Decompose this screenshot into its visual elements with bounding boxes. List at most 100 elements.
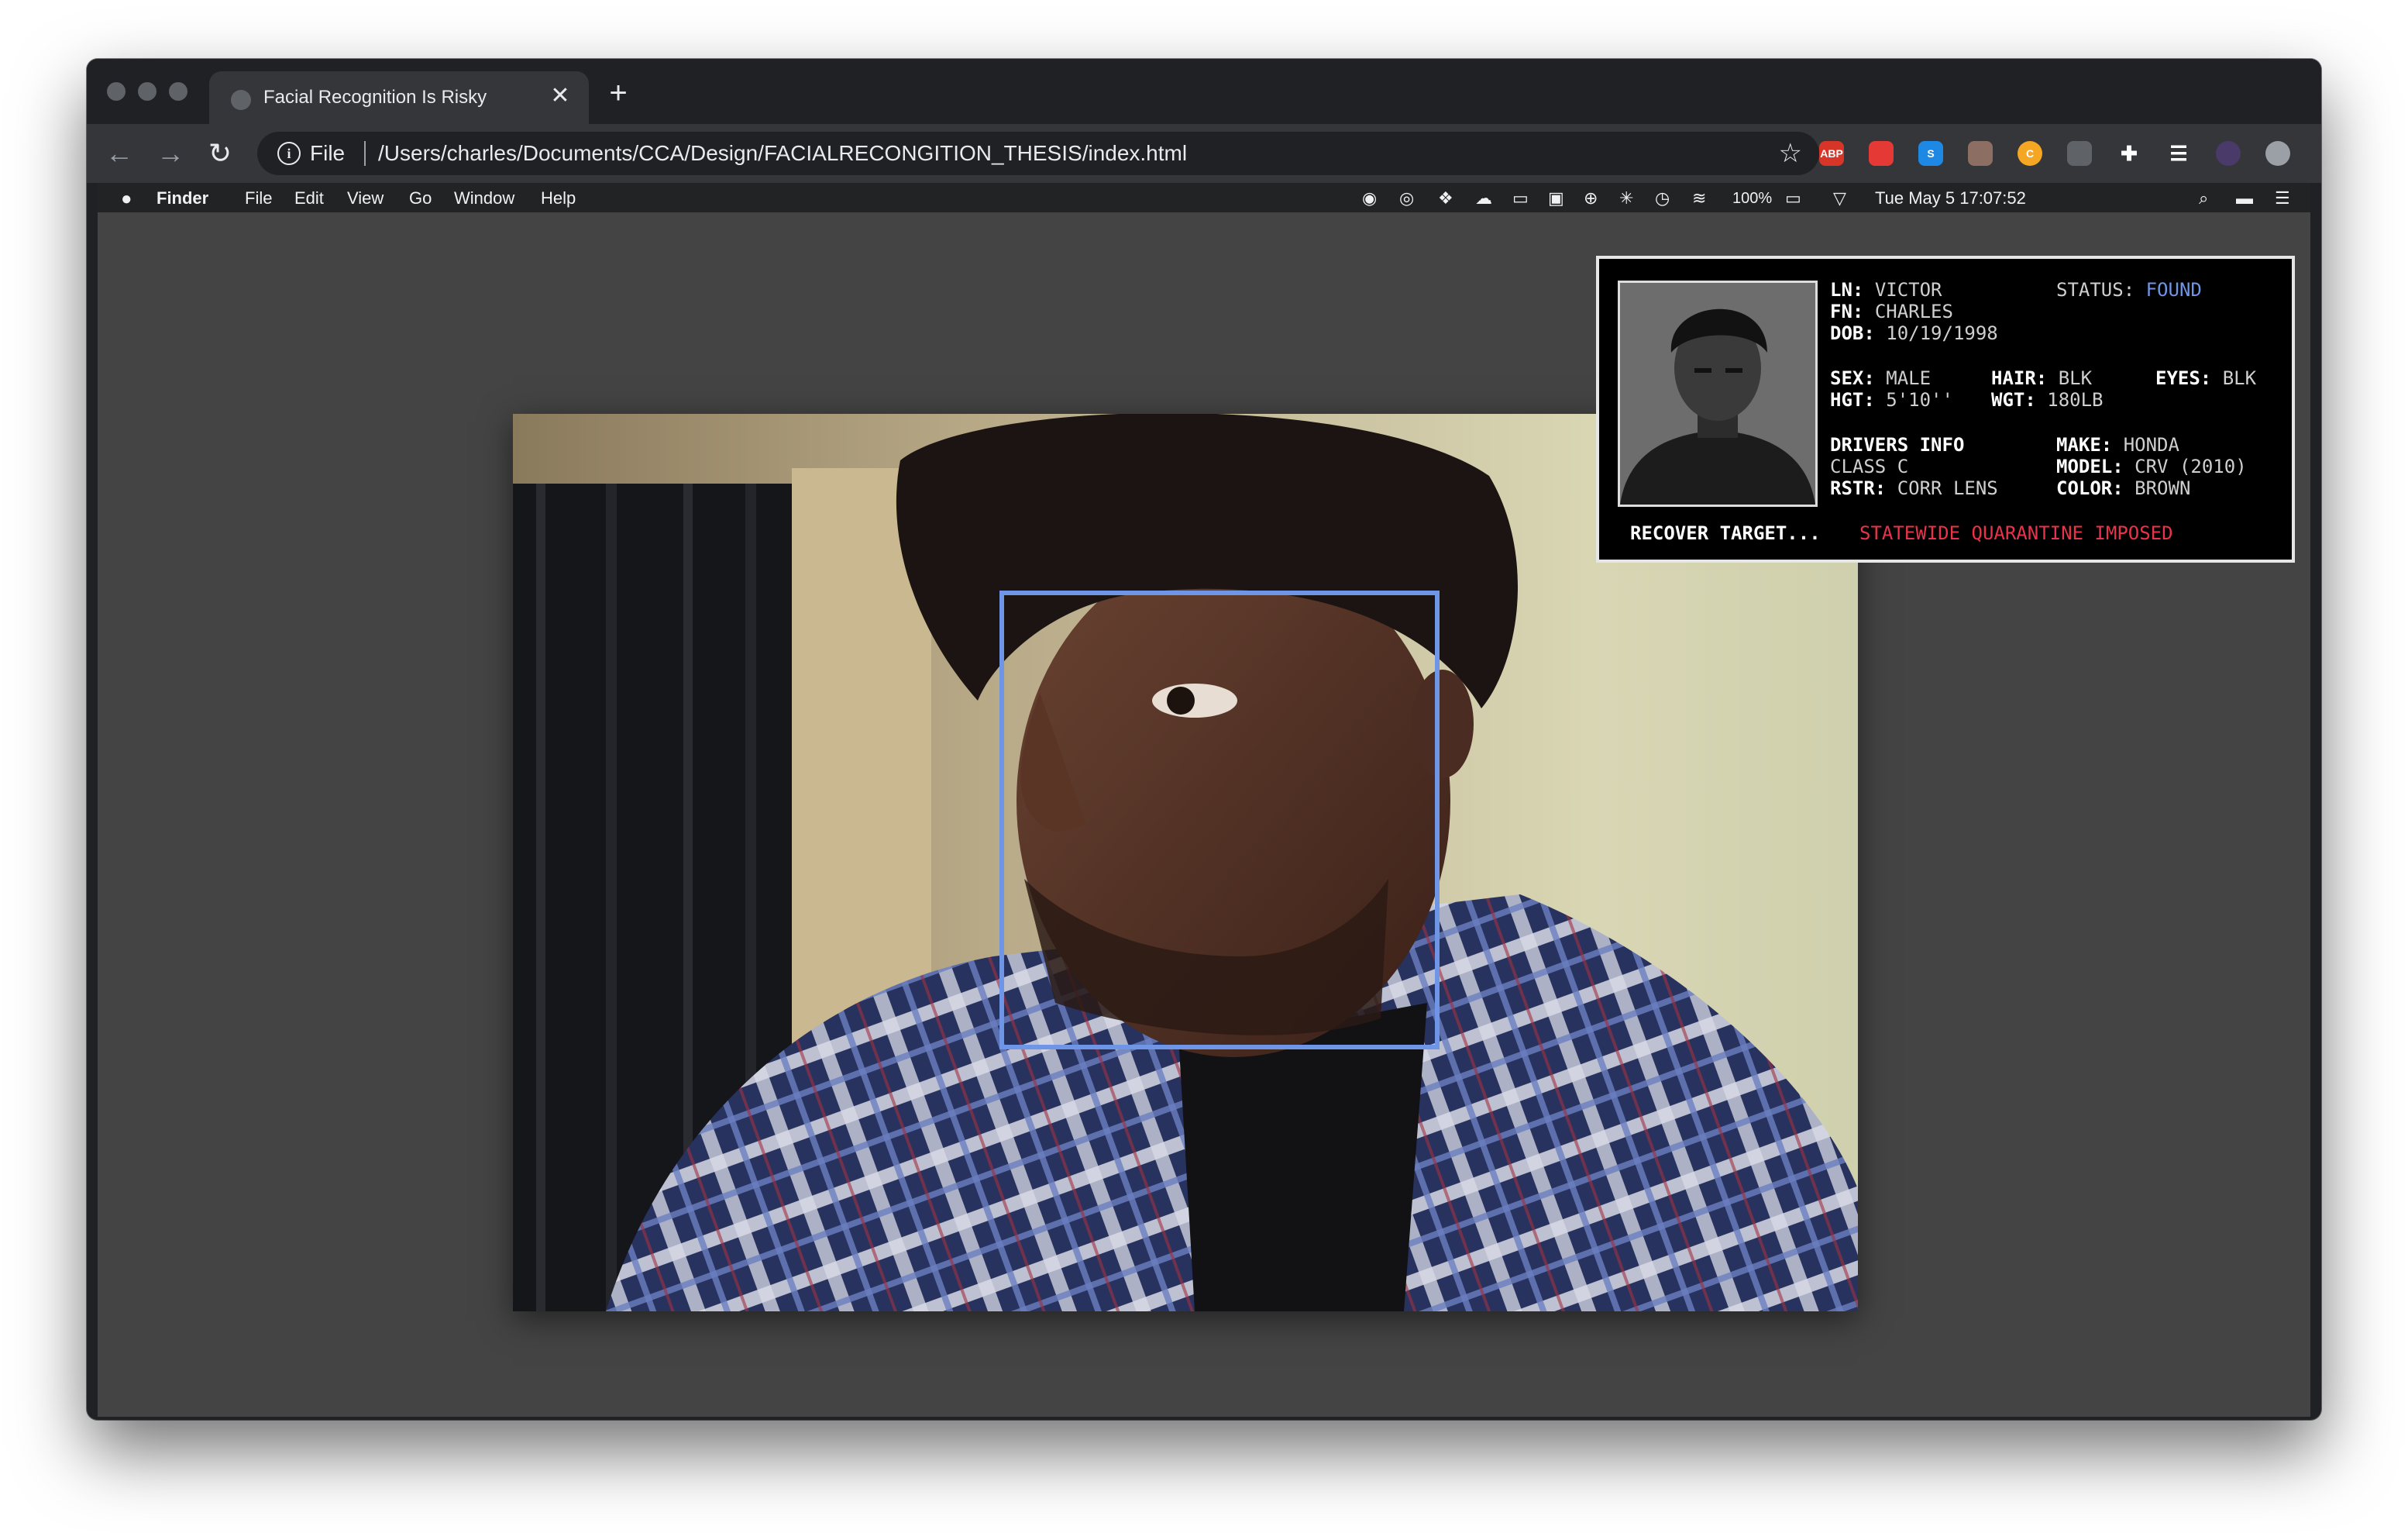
- address-bar[interactable]: i File /Users/charles/Documents/CCA/Desi…: [257, 132, 1819, 175]
- bluetooth-icon[interactable]: ✳: [1619, 188, 1633, 208]
- minimize-window-button[interactable]: [138, 82, 157, 101]
- dob-label: DOB:: [1830, 322, 1875, 344]
- coin-extension-icon[interactable]: C: [2018, 141, 2042, 166]
- menu-go[interactable]: Go: [409, 188, 432, 208]
- ublock-icon[interactable]: [1869, 141, 1894, 166]
- puzzle-extensions-icon[interactable]: ✚: [2117, 141, 2141, 166]
- dob-row: DOB: 10/19/1998: [1830, 322, 1998, 344]
- make-label: MAKE:: [2056, 434, 2113, 456]
- make-row: MAKE: HONDA: [2056, 434, 2179, 456]
- spiral-icon[interactable]: ◎: [1399, 188, 1414, 208]
- menu-help[interactable]: Help: [541, 188, 576, 208]
- close-window-button[interactable]: [107, 82, 126, 101]
- media-playlist-icon[interactable]: ☰: [2166, 141, 2191, 166]
- color-label: COLOR:: [2056, 477, 2124, 499]
- sex-label: SEX:: [1830, 367, 1875, 389]
- fn-row: FN: CHARLES: [1830, 301, 1953, 322]
- url-divider: [364, 141, 366, 166]
- dob-value: 10/19/1998: [1886, 322, 1998, 344]
- wgt-row: WGT: 180LB: [1991, 389, 2104, 411]
- class-label: CLASS: [1830, 456, 1887, 477]
- back-button[interactable]: ←: [102, 138, 136, 169]
- new-tab-button[interactable]: +: [601, 78, 635, 109]
- drivers-info-heading: DRIVERS INFO: [1830, 434, 1965, 456]
- mac-menu-bar: ● Finder File Edit View Go Window Help ◉…: [98, 183, 2310, 212]
- time-machine-icon[interactable]: ◷: [1655, 188, 1670, 208]
- tab-facial-recognition[interactable]: Facial Recognition Is Risky ✕: [209, 71, 589, 124]
- dropbox-icon[interactable]: ❖: [1438, 188, 1453, 208]
- status-value: FOUND: [2145, 279, 2202, 301]
- battery-percent: 100%: [1732, 190, 1773, 207]
- clock-datetime[interactable]: Tue May 5 17:07:52: [1875, 188, 2026, 208]
- hgt-row: HGT: 5'10'': [1830, 389, 1953, 411]
- make-value: HONDA: [2123, 434, 2179, 456]
- hair-value: BLK: [2058, 367, 2093, 389]
- model-label: MODEL:: [2056, 456, 2124, 477]
- model-row: MODEL: CRV (2010): [2056, 456, 2247, 477]
- tab-title: Facial Recognition Is Risky: [263, 87, 487, 108]
- accessibility-icon[interactable]: ⊕: [1584, 188, 1598, 208]
- profile-portrait-image: [1620, 283, 1815, 505]
- profile-photo: [1618, 281, 1818, 507]
- globe-icon: [231, 90, 251, 110]
- status-label: STATUS:: [2056, 279, 2135, 301]
- tab-strip: Facial Recognition Is Risky ✕ +: [87, 59, 2321, 124]
- forward-button[interactable]: →: [153, 138, 187, 169]
- sex-value: MALE: [1886, 367, 1932, 389]
- menu-window[interactable]: Window: [454, 188, 514, 208]
- menu-view[interactable]: View: [347, 188, 384, 208]
- face-detection-box: [999, 591, 1440, 1049]
- ln-value: VICTOR: [1874, 279, 1942, 301]
- rstr-value: CORR LENS: [1897, 477, 1998, 499]
- adblock-plus-icon[interactable]: ABP: [1819, 141, 1844, 166]
- sex-row: SEX: MALE: [1830, 367, 1931, 389]
- battery-icon[interactable]: ▭: [1785, 188, 1801, 208]
- flag-input-icon[interactable]: ▬: [2236, 188, 2253, 208]
- display-icon[interactable]: ▭: [1512, 188, 1529, 208]
- class-value: C: [1897, 456, 1909, 477]
- rstr-label: RSTR:: [1830, 477, 1887, 499]
- profile-card: LN: VICTOR STATUS: FOUND FN: CHARLES DOB…: [1596, 256, 2295, 563]
- url-text[interactable]: /Users/charles/Documents/CCA/Design/FACI…: [378, 141, 1187, 166]
- hgt-value: 5'10'': [1886, 389, 1953, 411]
- zoom-window-button[interactable]: [169, 82, 187, 101]
- info-icon[interactable]: i: [277, 142, 301, 165]
- reload-button[interactable]: ↻: [203, 138, 237, 169]
- cloud-icon[interactable]: ☁: [1475, 188, 1492, 208]
- status-row: STATUS: FOUND: [2056, 279, 2202, 301]
- menu-app-name[interactable]: Finder: [157, 188, 208, 208]
- record-icon[interactable]: ◉: [1362, 188, 1377, 208]
- fn-label: FN:: [1830, 301, 1864, 322]
- fn-value: CHARLES: [1874, 301, 1953, 322]
- apple-icon[interactable]: ●: [121, 188, 132, 210]
- s-extension-icon[interactable]: S: [1918, 141, 1943, 166]
- wgt-label: WGT:: [1991, 389, 2036, 411]
- hair-label: HAIR:: [1991, 367, 2048, 389]
- hair-row: HAIR: BLK: [1991, 367, 2092, 389]
- menu-edit[interactable]: Edit: [294, 188, 324, 208]
- ln-row: LN: VICTOR: [1830, 279, 1942, 301]
- eyes-label: EYES:: [2155, 367, 2212, 389]
- sunglasses-extension-icon[interactable]: [1968, 141, 1993, 166]
- wgt-value: 180LB: [2047, 389, 2104, 411]
- airplay-icon[interactable]: ▽: [1833, 188, 1846, 208]
- update-icon[interactable]: [2265, 141, 2290, 166]
- wifi-icon[interactable]: ≋: [1692, 188, 1706, 208]
- quarantine-alert: STATEWIDE QUARANTINE IMPOSED: [1859, 522, 2173, 544]
- class-row: CLASS C: [1830, 456, 1908, 477]
- eyes-row: EYES: BLK: [2155, 367, 2256, 389]
- page-content: LN: VICTOR STATUS: FOUND FN: CHARLES DOB…: [98, 212, 2310, 1417]
- menu-file[interactable]: File: [245, 188, 272, 208]
- rstr-row: RSTR: CORR LENS: [1830, 477, 1998, 499]
- hand-extension-icon[interactable]: [2067, 141, 2092, 166]
- bezel-icon[interactable]: ▣: [1548, 188, 1564, 208]
- bookmark-star-icon[interactable]: ☆: [1779, 138, 1802, 169]
- profile-avatar-icon[interactable]: [2216, 141, 2241, 166]
- hgt-label: HGT:: [1830, 389, 1875, 411]
- color-value: BROWN: [2135, 477, 2191, 499]
- close-tab-icon[interactable]: ✕: [547, 82, 573, 109]
- url-scheme: File: [310, 141, 346, 165]
- spotlight-search-icon[interactable]: ⌕: [2199, 188, 2208, 208]
- ln-label: LN:: [1830, 279, 1864, 301]
- notification-center-icon[interactable]: ☰: [2275, 188, 2290, 208]
